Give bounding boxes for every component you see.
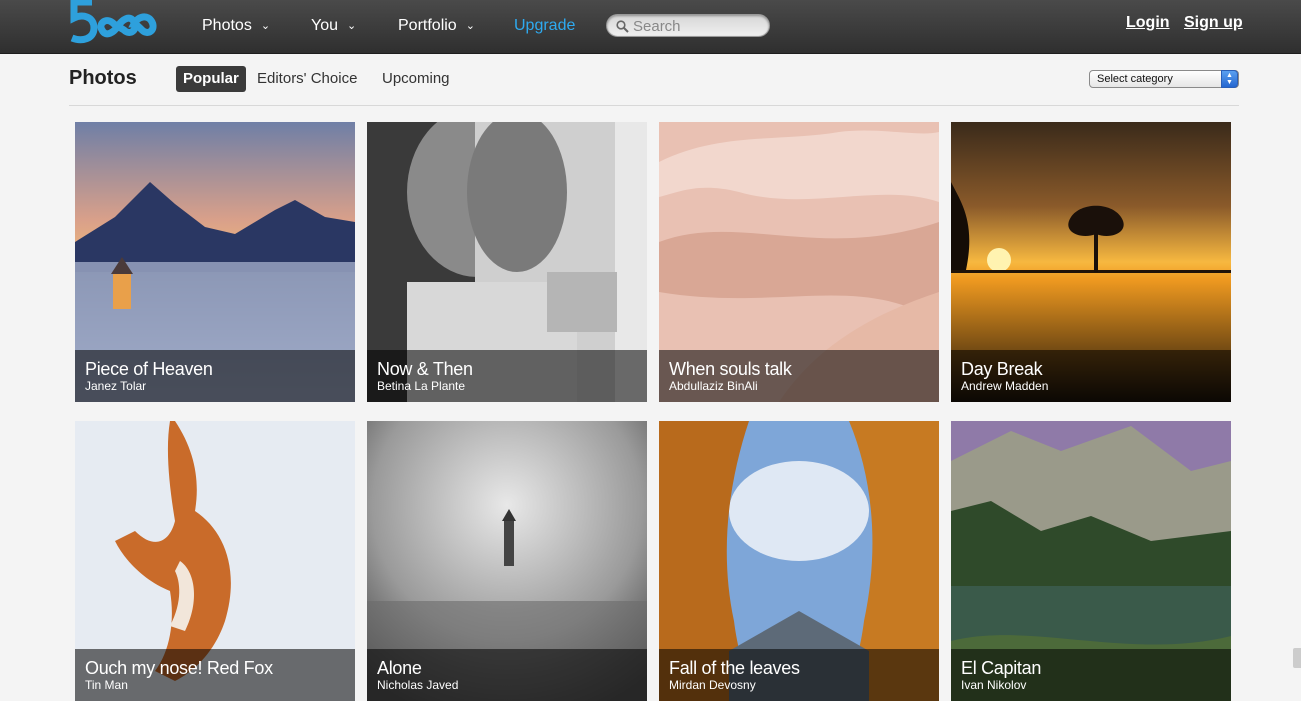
photo-caption: Alone Nicholas Javed [367, 649, 647, 701]
photo-caption: Day Break Andrew Madden [951, 350, 1231, 402]
photo-author[interactable]: Andrew Madden [961, 379, 1221, 394]
tab-upcoming[interactable]: Upcoming [375, 66, 457, 92]
search-input[interactable] [633, 17, 765, 35]
page-title: Photos [69, 67, 137, 89]
photo-card[interactable]: El Capitan Ivan Nikolov [951, 421, 1231, 701]
chevron-down-icon: ⌄ [465, 20, 475, 32]
photo-title[interactable]: Fall of the leaves [669, 658, 929, 678]
photo-caption: Piece of Heaven Janez Tolar [75, 350, 355, 402]
photo-caption: Fall of the leaves Mirdan Devosny [659, 649, 939, 701]
photo-title[interactable]: Ouch my nose! Red Fox [85, 658, 345, 678]
photo-title[interactable]: Day Break [961, 359, 1221, 379]
500px-logo[interactable] [68, 0, 164, 44]
top-nav-bar: Photos ⌄ You ⌄ Portfolio ⌄ Upgrade Login Si… [0, 0, 1301, 54]
nav-photos[interactable]: Photos ⌄ [202, 15, 270, 37]
photo-caption: Now & Then Betina La Plante [367, 350, 647, 402]
photo-title[interactable]: El Capitan [961, 658, 1221, 678]
nav-portfolio-label: Portfolio [398, 17, 457, 34]
photo-card[interactable]: Alone Nicholas Javed [367, 421, 647, 701]
nav-you[interactable]: You ⌄ [311, 15, 356, 37]
photo-author[interactable]: Nicholas Javed [377, 678, 637, 693]
photo-card[interactable]: Day Break Andrew Madden [951, 122, 1231, 402]
nav-you-label: You [311, 17, 338, 34]
photo-author[interactable]: Mirdan Devosny [669, 678, 929, 693]
nav-photos-label: Photos [202, 17, 252, 34]
photo-author[interactable]: Betina La Plante [377, 379, 637, 394]
tab-editors-choice[interactable]: Editors' Choice [250, 66, 364, 92]
photo-card[interactable]: Now & Then Betina La Plante [367, 122, 647, 402]
divider [69, 105, 1239, 106]
search-icon [616, 20, 629, 33]
photo-caption: Ouch my nose! Red Fox Tin Man [75, 649, 355, 701]
photo-card[interactable]: When souls talk Abdullaziz BinAli [659, 122, 939, 402]
tab-popular[interactable]: Popular [176, 66, 246, 92]
photo-card[interactable]: Piece of Heaven Janez Tolar [75, 122, 355, 402]
photo-title[interactable]: Piece of Heaven [85, 359, 345, 379]
chevron-down-icon: ⌄ [347, 20, 357, 32]
login-link[interactable]: Login [1126, 14, 1170, 32]
category-select-value: Select category [1097, 73, 1173, 85]
feedback-tab[interactable] [1293, 648, 1301, 668]
photo-title[interactable]: When souls talk [669, 359, 929, 379]
photo-caption: El Capitan Ivan Nikolov [951, 649, 1231, 701]
search-box[interactable] [606, 14, 770, 37]
photo-card[interactable]: Ouch my nose! Red Fox Tin Man [75, 421, 355, 701]
chevron-down-icon: ⌄ [260, 20, 271, 32]
nav-portfolio[interactable]: Portfolio ⌄ [398, 15, 475, 37]
signup-link[interactable]: Sign up [1184, 14, 1243, 32]
nav-upgrade[interactable]: Upgrade [514, 15, 575, 37]
photo-card[interactable]: Fall of the leaves Mirdan Devosny [659, 421, 939, 701]
select-arrows-icon: ▲ ▼ [1221, 70, 1238, 88]
photo-title[interactable]: Alone [377, 658, 637, 678]
photo-author[interactable]: Ivan Nikolov [961, 678, 1221, 693]
photo-author[interactable]: Janez Tolar [85, 379, 345, 394]
photo-caption: When souls talk Abdullaziz BinAli [659, 350, 939, 402]
category-select[interactable]: Select category ▲ ▼ [1089, 70, 1239, 88]
photo-author[interactable]: Abdullaziz BinAli [669, 379, 929, 394]
photo-author[interactable]: Tin Man [85, 678, 345, 693]
photo-title[interactable]: Now & Then [377, 359, 637, 379]
